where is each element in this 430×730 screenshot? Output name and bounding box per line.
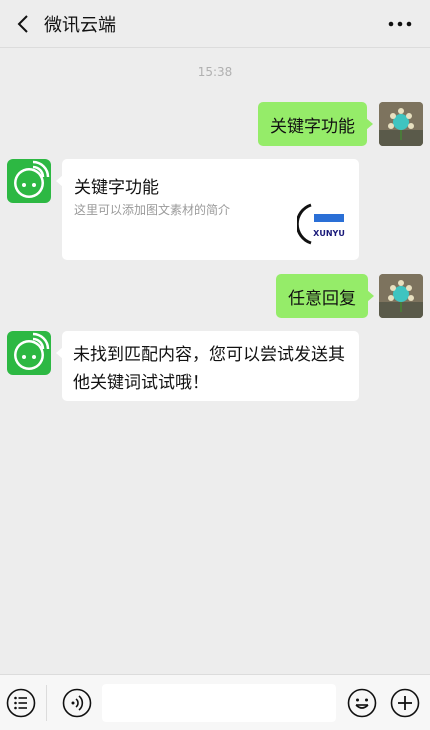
more-dots-icon xyxy=(388,21,412,27)
plus-icon xyxy=(390,688,420,718)
message-text: 未找到匹配内容，您可以尝试发送其他关键词试试哦！ xyxy=(73,345,345,393)
message-text: 关键字功能 xyxy=(270,116,355,137)
input-toolbar xyxy=(0,674,430,730)
menu-button[interactable] xyxy=(6,688,36,718)
user-avatar[interactable] xyxy=(379,102,423,146)
card-thumbnail: XUNYU xyxy=(295,199,347,249)
wechat-logo-icon xyxy=(14,332,50,370)
message-bubble-sent[interactable]: 关键字功能 xyxy=(258,102,373,146)
chat-title: 微讯云端 xyxy=(44,15,116,36)
message-input[interactable] xyxy=(102,684,336,722)
official-account-avatar[interactable] xyxy=(7,331,51,375)
voice-icon xyxy=(62,688,92,718)
wechat-logo-icon xyxy=(14,160,50,198)
toolbar-divider xyxy=(46,685,47,721)
flower-avatar-icon xyxy=(379,102,423,146)
thumb-text: XUNYU xyxy=(313,229,345,238)
message-timestamp: 15:38 xyxy=(197,65,233,79)
list-menu-icon xyxy=(6,688,36,718)
card-title: 关键字功能 xyxy=(74,178,159,198)
emoji-button[interactable] xyxy=(347,688,377,718)
more-button[interactable] xyxy=(384,8,416,40)
back-button[interactable] xyxy=(8,8,40,40)
xunyu-logo-icon: XUNYU xyxy=(295,203,345,245)
header-bar: 微讯云端 xyxy=(0,0,430,48)
user-avatar[interactable] xyxy=(379,274,423,318)
card-description: 这里可以添加图文素材的简介 xyxy=(74,203,231,217)
official-account-avatar[interactable] xyxy=(7,159,51,203)
message-text: 任意回复 xyxy=(288,288,356,309)
plus-button[interactable] xyxy=(390,688,420,718)
article-card[interactable]: 关键字功能 这里可以添加图文素材的简介 XUNYU xyxy=(56,159,359,260)
emoji-icon xyxy=(347,688,377,718)
message-bubble-received[interactable]: 未找到匹配内容，您可以尝试发送其他关键词试试哦！ xyxy=(56,331,359,401)
message-bubble-sent[interactable]: 任意回复 xyxy=(276,274,374,318)
voice-button[interactable] xyxy=(62,688,92,718)
flower-avatar-icon xyxy=(379,274,423,318)
chevron-left-icon xyxy=(17,15,28,33)
